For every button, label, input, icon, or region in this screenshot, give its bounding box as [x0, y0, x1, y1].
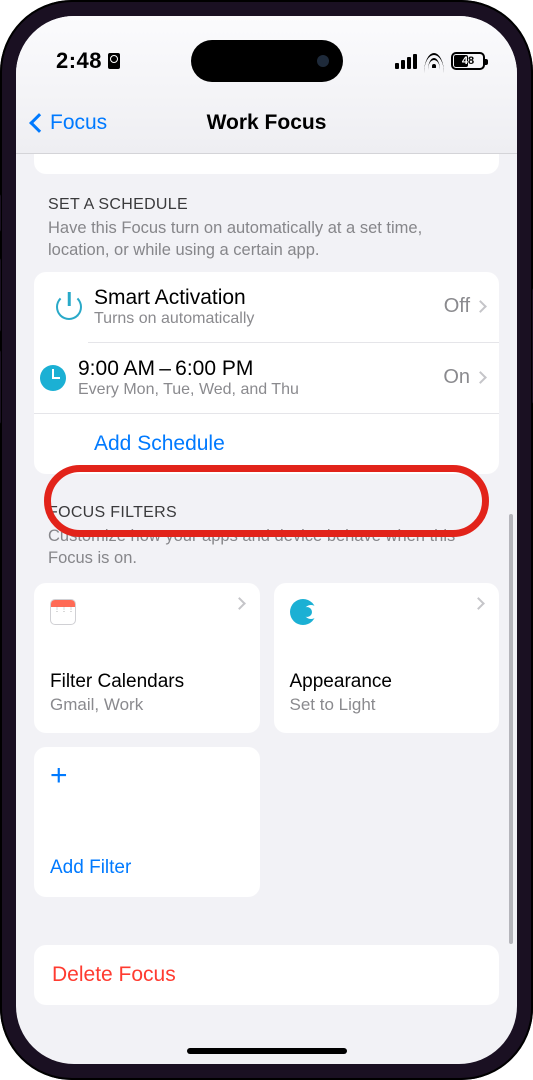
row-value: Off [444, 295, 476, 318]
chevron-right-icon [474, 371, 487, 384]
mute-switch [0, 194, 1, 232]
appearance-icon [290, 599, 316, 625]
row-value: On [443, 366, 476, 389]
screen: 2:48 48 Focus Work Focus SET A [16, 16, 517, 1064]
back-label: Focus [50, 111, 107, 135]
back-button[interactable]: Focus [16, 111, 107, 135]
filters-grid: Filter Calendars Gmail, Work Appearance … [34, 583, 499, 897]
status-time: 2:48 [56, 48, 120, 74]
plus-icon: + [50, 763, 68, 789]
nav-bar: Focus Work Focus [16, 92, 517, 154]
calendar-icon [50, 599, 76, 625]
row-title: Smart Activation [94, 286, 444, 310]
add-filter-card[interactable]: + Add Filter [34, 747, 260, 897]
row-title: 9:00 AM – 6:00 PM [78, 357, 443, 381]
phone-frame: 2:48 48 Focus Work Focus SET A [0, 0, 533, 1080]
filters-desc: Customize how your apps and device behav… [34, 525, 499, 580]
delete-focus-button[interactable]: Delete Focus [34, 945, 499, 1005]
add-schedule-button[interactable]: Add Schedule [34, 413, 499, 474]
smart-activation-row[interactable]: Smart Activation Turns on automatically … [34, 272, 499, 342]
wifi-icon [424, 53, 444, 69]
portrait-lock-icon [108, 53, 120, 69]
filter-calendars-card[interactable]: Filter Calendars Gmail, Work [34, 583, 260, 733]
content-scroll[interactable]: SET A SCHEDULE Have this Focus turn on a… [16, 154, 517, 1056]
clock-icon [40, 365, 66, 391]
schedule-desc: Have this Focus turn on automatically at… [34, 217, 499, 272]
volume-up [0, 258, 1, 332]
status-right: 48 [395, 52, 485, 70]
filter-title: Filter Calendars [50, 671, 244, 693]
scroll-indicator [509, 514, 513, 944]
battery-text: 48 [462, 55, 474, 67]
filter-sub: Gmail, Work [50, 695, 244, 715]
row-sub: Every Mon, Tue, Wed, and Thu [78, 381, 443, 399]
filter-title: Appearance [290, 671, 484, 693]
add-filter-label: Add Filter [50, 857, 244, 879]
cellular-icon [395, 54, 417, 69]
chevron-left-icon [29, 113, 49, 133]
chevron-right-icon [472, 597, 485, 610]
chevron-right-icon [474, 300, 487, 313]
volume-down [0, 350, 1, 424]
previous-card-edge [34, 154, 499, 174]
time-schedule-row[interactable]: 9:00 AM – 6:00 PM Every Mon, Tue, Wed, a… [88, 342, 499, 413]
delete-label: Delete Focus [52, 963, 481, 987]
appearance-card[interactable]: Appearance Set to Light [274, 583, 500, 733]
schedule-header: SET A SCHEDULE [34, 196, 499, 217]
filter-sub: Set to Light [290, 695, 484, 715]
home-indicator[interactable] [187, 1048, 347, 1054]
power-icon [56, 294, 82, 320]
schedule-card: Smart Activation Turns on automatically … [34, 272, 499, 474]
add-schedule-label: Add Schedule [94, 432, 225, 455]
chevron-right-icon [233, 597, 246, 610]
time-text: 2:48 [56, 48, 102, 74]
row-sub: Turns on automatically [94, 310, 444, 328]
dynamic-island [191, 40, 343, 82]
filters-header: FOCUS FILTERS [34, 504, 499, 525]
battery-icon: 48 [451, 52, 485, 70]
